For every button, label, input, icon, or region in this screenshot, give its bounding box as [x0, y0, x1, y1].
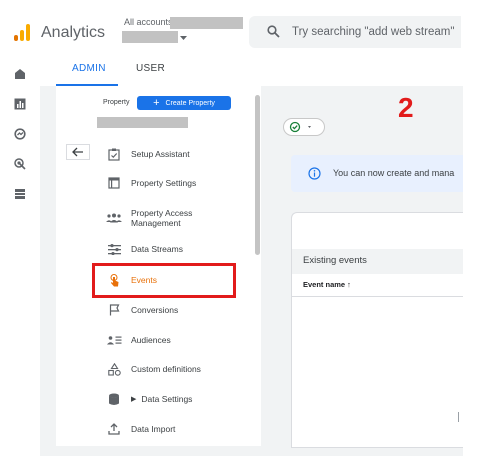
panel-scrollbar[interactable]	[255, 95, 260, 255]
audience-icon	[104, 333, 124, 347]
flag-icon	[104, 303, 124, 317]
page-edge-blank	[463, 0, 493, 456]
nav-label-line-2: Management	[131, 218, 181, 228]
nav-label: Data Settings	[141, 394, 193, 404]
existing-events-title: Existing events	[303, 255, 367, 266]
window-icon	[104, 176, 124, 190]
nav-data-settings[interactable]: ▶ Data Settings	[100, 388, 250, 410]
list-icon[interactable]	[14, 188, 26, 200]
nav-label: Setup Assistant	[131, 149, 190, 159]
advertising-icon[interactable]	[14, 158, 26, 170]
database-icon	[104, 392, 124, 406]
property-label: Property	[103, 99, 130, 106]
nav-label: Data Streams	[131, 244, 183, 254]
nav-audiences[interactable]: Audiences	[100, 329, 250, 351]
step-number-annotation: 2	[398, 92, 414, 123]
shapes-icon	[104, 362, 124, 376]
info-icon	[308, 167, 321, 180]
nav-label: Conversions	[131, 305, 179, 315]
event-name-column-header[interactable]: Event name ↑	[303, 280, 351, 289]
analytics-logo-icon[interactable]	[14, 22, 30, 44]
caret-right-icon[interactable]: ▶	[131, 395, 136, 403]
people-icon	[104, 211, 124, 225]
redacted-property-name[interactable]	[122, 31, 178, 43]
chevron-down-icon[interactable]	[180, 36, 187, 41]
back-arrow-icon[interactable]	[66, 144, 90, 160]
events-card	[291, 212, 464, 448]
scroll-mark	[458, 412, 459, 422]
nav-data-import[interactable]: Data Import	[100, 418, 250, 440]
nav-label-line-1: Property Access	[131, 208, 193, 218]
nav-property-access-management[interactable]: Property Access Management	[100, 207, 250, 229]
nav-label: Property Access Management	[131, 208, 192, 228]
search-icon[interactable]	[267, 25, 280, 38]
nav-label: Custom definitions	[131, 364, 201, 374]
nav-label: Data Import	[131, 424, 176, 434]
clipboard-check-icon	[104, 147, 124, 161]
nav-label: Audiences	[131, 335, 171, 345]
nav-data-streams[interactable]: Data Streams	[100, 238, 250, 260]
explore-icon[interactable]	[14, 128, 26, 140]
table-divider	[292, 296, 463, 297]
tab-user[interactable]: USER	[136, 63, 165, 74]
upload-icon	[104, 422, 124, 436]
home-icon[interactable]	[14, 68, 26, 80]
nav-setup-assistant[interactable]: Setup Assistant	[100, 143, 250, 165]
create-property-label: Create Property	[165, 99, 215, 107]
check-circle-icon	[287, 120, 303, 132]
left-rail	[0, 56, 40, 456]
search-placeholder[interactable]: Try searching "add web stream"	[292, 26, 454, 38]
info-banner-text: You can now create and mana	[333, 168, 455, 178]
streams-icon	[104, 242, 124, 256]
redacted-property-selector[interactable]	[97, 117, 188, 128]
events-highlight-box	[92, 263, 236, 298]
create-property-button[interactable]: + Create Property	[137, 96, 231, 110]
tabs-bar	[40, 56, 493, 86]
nav-property-settings[interactable]: Property Settings	[100, 172, 250, 194]
nav-custom-definitions[interactable]: Custom definitions	[100, 358, 250, 380]
nav-label: Property Settings	[131, 178, 197, 188]
reports-icon[interactable]	[14, 98, 26, 110]
tab-admin[interactable]: ADMIN	[72, 63, 106, 74]
app-title: Analytics	[41, 24, 106, 41]
nav-conversions[interactable]: Conversions	[100, 299, 250, 321]
plus-icon: +	[153, 97, 160, 109]
redacted-account-name	[170, 17, 243, 29]
